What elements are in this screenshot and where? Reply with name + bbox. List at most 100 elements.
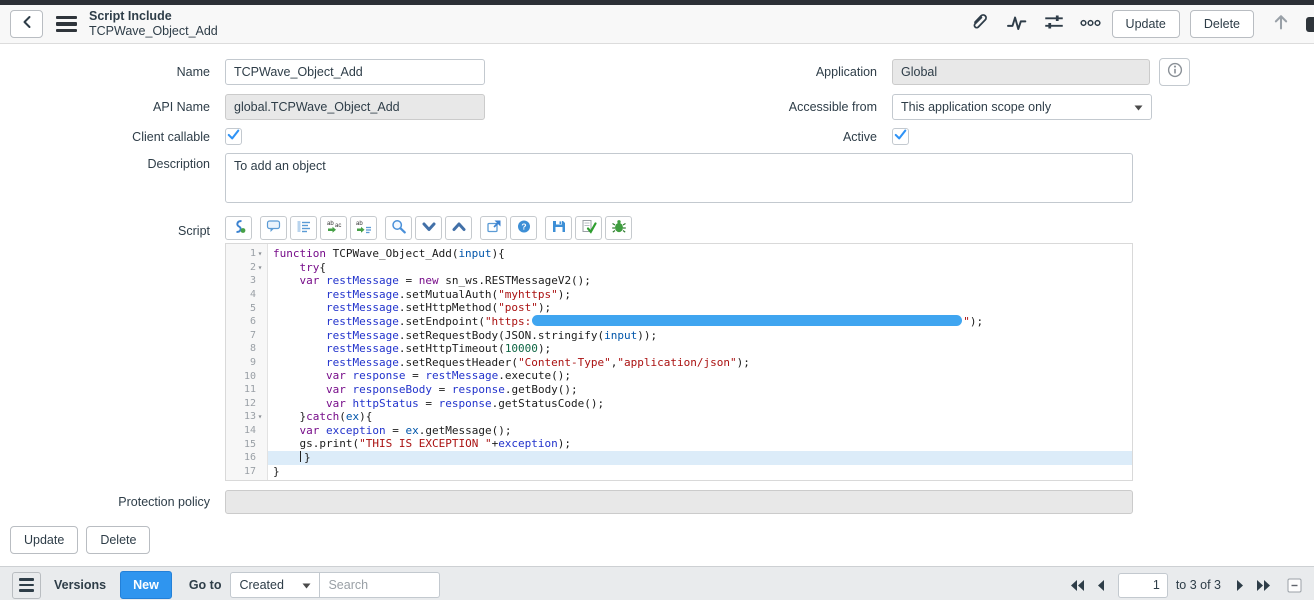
replace-icon: abac <box>326 219 342 237</box>
header-update-button[interactable]: Update <box>1112 10 1180 38</box>
code-line: try{ <box>268 261 1132 275</box>
caret-down-icon <box>1134 100 1143 114</box>
application-label: Application <box>742 65 892 79</box>
code-line: gs.print("THIS IS EXCEPTION "+exception)… <box>268 437 1132 451</box>
versions-title: Versions <box>54 578 106 592</box>
context-menu-icon[interactable] <box>56 16 77 33</box>
editor-code[interactable]: function TCPWave_Object_Add(input){ try{… <box>268 244 1132 480</box>
header-delete-button[interactable]: Delete <box>1190 10 1254 38</box>
format-document-button[interactable] <box>290 216 317 240</box>
clipped-edge-element <box>1306 17 1314 32</box>
client-callable-checkbox[interactable] <box>225 128 242 145</box>
code-line: var restMessage = new sn_ws.RESTMessageV… <box>268 274 1132 288</box>
pagination-controls: to 3 of 3 <box>1060 573 1302 598</box>
script-include-form: Name Application API Name Accessible fro… <box>0 44 1314 514</box>
syntax-editor-icon <box>231 219 247 237</box>
line-number: 9 <box>250 357 256 368</box>
line-number: 14 <box>244 425 256 436</box>
line-number: 10 <box>244 371 256 382</box>
record-type-title: Script Include <box>89 9 218 24</box>
accessible-from-label: Accessible from <box>742 100 892 114</box>
more-options-button[interactable] <box>1080 14 1102 34</box>
code-line: restMessage.setHttpTimeout(10000); <box>268 342 1132 356</box>
format-document-icon <box>296 219 312 237</box>
application-info-button[interactable] <box>1159 58 1190 86</box>
name-input[interactable] <box>225 59 485 85</box>
protection-policy-label: Protection policy <box>0 495 225 509</box>
code-line-active: } <box>268 451 1132 465</box>
checkmark-icon <box>227 128 240 146</box>
record-name-subtitle: TCPWave_Object_Add <box>89 24 218 39</box>
syntax-editor-button[interactable] <box>225 216 252 240</box>
debug-button[interactable] <box>605 216 632 240</box>
footer-update-button[interactable]: Update <box>10 526 78 554</box>
first-page-button[interactable] <box>1069 579 1086 592</box>
line-number: 6 <box>250 316 256 327</box>
search-icon <box>391 219 407 237</box>
comment-button[interactable] <box>260 216 287 240</box>
goto-field-select[interactable]: Created <box>230 572 320 598</box>
find-next-icon <box>421 219 437 237</box>
previous-page-button[interactable] <box>1095 579 1106 592</box>
goto-search-input[interactable] <box>320 572 440 598</box>
save-button[interactable] <box>545 216 572 240</box>
description-textarea[interactable]: To add an object <box>225 153 1133 203</box>
svg-text:ac: ac <box>335 223 341 229</box>
up-arrow-icon <box>1272 13 1290 36</box>
line-number: 7 <box>250 330 256 341</box>
line-number: 11 <box>244 384 256 395</box>
versions-list-menu-button[interactable] <box>12 572 41 599</box>
line-number: 16 <box>244 452 256 463</box>
svg-text:ab: ab <box>327 221 334 227</box>
syntax-check-button[interactable] <box>575 216 602 240</box>
next-page-button[interactable] <box>1235 579 1246 592</box>
protection-policy-input <box>225 490 1133 514</box>
svg-text:?: ? <box>521 221 526 231</box>
paperclip-icon <box>970 12 989 36</box>
find-previous-button[interactable] <box>445 216 472 240</box>
api-name-input <box>225 94 485 120</box>
search-button[interactable] <box>385 216 412 240</box>
new-version-button[interactable]: New <box>120 571 172 599</box>
syntax-check-icon <box>581 219 597 237</box>
personalize-form-button[interactable] <box>1043 14 1065 34</box>
accessible-from-value: This application scope only <box>901 100 1134 114</box>
debug-icon <box>611 219 627 237</box>
script-code-editor: 1▾2▾3▾4▾5▾6▾7▾8▾9▾10▾11▾12▾13▾14▾15▾16▾1… <box>225 243 1133 481</box>
help-icon: ? <box>516 219 532 237</box>
line-number: 4 <box>250 289 256 300</box>
accessible-from-select[interactable]: This application scope only <box>892 94 1152 120</box>
replace-button[interactable]: abac <box>320 216 347 240</box>
row-range-text: to 3 of 3 <box>1176 578 1221 592</box>
line-number: 8 <box>250 343 256 354</box>
replace-all-icon: ab <box>356 219 372 237</box>
open-new-window-button[interactable] <box>480 216 507 240</box>
scroll-up-button[interactable] <box>1270 14 1292 34</box>
back-button[interactable] <box>10 10 43 38</box>
svg-text:ab: ab <box>356 221 363 227</box>
activity-stream-button[interactable] <box>1006 14 1028 34</box>
code-line: restMessage.setRequestBody(JSON.stringif… <box>268 329 1132 343</box>
application-input <box>892 59 1150 85</box>
collapse-list-button[interactable] <box>1287 578 1302 593</box>
last-page-button[interactable] <box>1255 579 1272 592</box>
comment-icon <box>266 219 282 237</box>
line-number: 13 <box>244 411 256 422</box>
code-fold-icon[interactable]: ▾ <box>256 263 264 272</box>
active-checkbox[interactable] <box>892 128 909 145</box>
attachment-button[interactable] <box>969 14 991 34</box>
code-line: var httpStatus = response.getStatusCode(… <box>268 397 1132 411</box>
footer-delete-button[interactable]: Delete <box>86 526 150 554</box>
code-line: var responseBody = response.getBody(); <box>268 383 1132 397</box>
code-fold-icon[interactable]: ▾ <box>256 412 264 421</box>
code-fold-icon[interactable]: ▾ <box>256 249 264 258</box>
api-name-label: API Name <box>0 100 225 114</box>
page-number-input[interactable] <box>1118 573 1168 598</box>
goto-field-value: Created <box>239 578 302 592</box>
help-button[interactable]: ? <box>510 216 537 240</box>
page-title: Script Include TCPWave_Object_Add <box>89 9 218 39</box>
script-label: Script <box>0 216 225 238</box>
line-number: 15 <box>244 439 256 450</box>
find-next-button[interactable] <box>415 216 442 240</box>
replace-all-button[interactable]: ab <box>350 216 377 240</box>
